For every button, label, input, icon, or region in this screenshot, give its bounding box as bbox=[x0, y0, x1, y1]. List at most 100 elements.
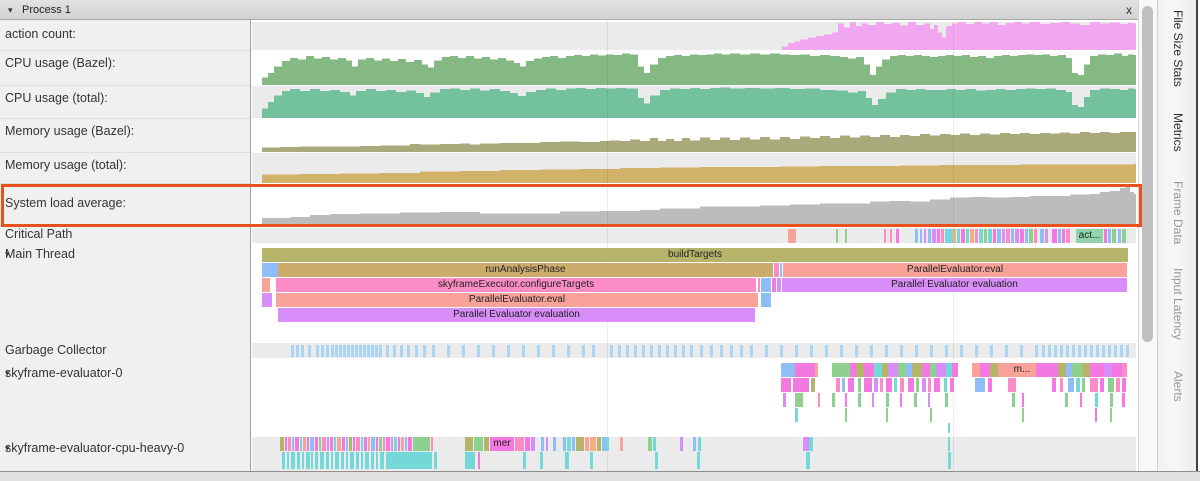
trace-slice[interactable] bbox=[970, 229, 974, 243]
trace-slice[interactable] bbox=[961, 229, 965, 243]
trace-slice[interactable] bbox=[795, 393, 803, 407]
trace-slice[interactable] bbox=[376, 452, 378, 469]
trace-slice[interactable] bbox=[979, 229, 983, 243]
trace-slice[interactable] bbox=[930, 345, 933, 357]
trace-slice[interactable] bbox=[948, 423, 950, 433]
trace-slice[interactable] bbox=[896, 229, 899, 243]
trace-slice[interactable] bbox=[262, 263, 278, 277]
trace-slice[interactable] bbox=[262, 278, 270, 292]
trace-slice[interactable] bbox=[941, 229, 944, 243]
trace-slice[interactable] bbox=[337, 437, 341, 451]
trace-slice[interactable] bbox=[648, 437, 652, 451]
tab-file-size-stats[interactable]: File Size Stats bbox=[1168, 10, 1188, 87]
trace-slice[interactable] bbox=[1090, 345, 1093, 357]
trace-slice[interactable] bbox=[1112, 363, 1122, 377]
trace-slice[interactable] bbox=[975, 345, 978, 357]
trace-slice[interactable] bbox=[567, 345, 570, 357]
trace-slice[interactable] bbox=[832, 393, 835, 407]
trace-slice[interactable] bbox=[306, 452, 310, 469]
trace-slice[interactable] bbox=[367, 345, 370, 357]
trace-slice[interactable] bbox=[546, 437, 548, 451]
trace-slice[interactable] bbox=[915, 345, 918, 357]
trace-slice[interactable] bbox=[928, 229, 931, 243]
trace-slice[interactable] bbox=[1066, 345, 1069, 357]
trace-slice[interactable] bbox=[432, 345, 435, 357]
trace-slice[interactable] bbox=[287, 452, 289, 469]
trace-slice[interactable] bbox=[477, 345, 480, 357]
trace-slice[interactable] bbox=[1082, 378, 1085, 392]
trace-slice[interactable] bbox=[1040, 229, 1044, 243]
trace-slice[interactable] bbox=[966, 229, 969, 243]
trace-slice[interactable] bbox=[1002, 229, 1005, 243]
trace-slice[interactable] bbox=[351, 345, 354, 357]
trace-slice[interactable] bbox=[1078, 345, 1081, 357]
trace-slice[interactable] bbox=[335, 345, 338, 357]
trace-slice[interactable] bbox=[758, 278, 760, 292]
trace-slice[interactable] bbox=[936, 363, 946, 377]
trace-slice-labeled[interactable]: ParallelEvaluator.eval bbox=[276, 293, 758, 307]
trace-slice[interactable] bbox=[944, 378, 947, 392]
trace-slice[interactable] bbox=[945, 345, 948, 357]
trace-slice[interactable] bbox=[405, 437, 407, 451]
trace-slice[interactable] bbox=[447, 345, 450, 357]
trace-slice[interactable] bbox=[1095, 408, 1097, 422]
trace-slice[interactable] bbox=[922, 378, 926, 392]
vertical-scrollbar[interactable] bbox=[1138, 0, 1157, 471]
trace-slice[interactable] bbox=[319, 437, 321, 451]
collapse-arrow-icon[interactable]: ▾ bbox=[8, 4, 13, 16]
trace-slice[interactable] bbox=[292, 437, 294, 451]
trace-slice[interactable] bbox=[326, 452, 329, 469]
trace-slice[interactable] bbox=[301, 345, 304, 357]
trace-slice[interactable] bbox=[988, 378, 992, 392]
trace-slice[interactable] bbox=[980, 363, 990, 377]
trace-slice[interactable] bbox=[1048, 345, 1051, 357]
trace-slice[interactable] bbox=[386, 437, 390, 451]
trace-slice[interactable] bbox=[349, 437, 352, 451]
trace-slice[interactable] bbox=[346, 452, 348, 469]
trace-slice[interactable] bbox=[361, 437, 363, 451]
trace-slice[interactable] bbox=[334, 437, 336, 451]
process-header[interactable]: ▾ Process 1 x bbox=[0, 0, 1138, 20]
trace-slice[interactable] bbox=[761, 293, 771, 307]
trace-slice[interactable] bbox=[1022, 408, 1024, 422]
trace-slice[interactable] bbox=[1108, 378, 1114, 392]
trace-slice[interactable] bbox=[361, 452, 363, 469]
trace-slice[interactable] bbox=[1090, 363, 1104, 377]
trace-slice[interactable] bbox=[1058, 229, 1061, 243]
trace-slice[interactable] bbox=[928, 393, 930, 407]
trace-slice[interactable] bbox=[1082, 363, 1090, 377]
trace-slice[interactable] bbox=[811, 378, 815, 392]
trace-slice[interactable] bbox=[626, 345, 629, 357]
trace-slice[interactable] bbox=[585, 437, 589, 451]
trace-slice[interactable] bbox=[331, 452, 333, 469]
trace-slice[interactable] bbox=[303, 437, 306, 451]
trace-slice[interactable] bbox=[371, 345, 374, 357]
trace-slice[interactable] bbox=[1110, 393, 1113, 407]
counter-track[interactable] bbox=[252, 119, 1136, 152]
trace-slice[interactable] bbox=[288, 437, 291, 451]
trace-slice[interactable] bbox=[674, 345, 677, 357]
trace-slice[interactable] bbox=[492, 345, 495, 357]
trace-slice[interactable] bbox=[400, 345, 403, 357]
trace-slice[interactable] bbox=[1066, 229, 1070, 243]
trace-slice[interactable] bbox=[1008, 378, 1016, 392]
trace-slice[interactable] bbox=[553, 437, 556, 451]
trace-slice[interactable] bbox=[1035, 345, 1038, 357]
trace-slice[interactable] bbox=[618, 345, 621, 357]
trace-slice[interactable] bbox=[998, 363, 1008, 377]
trace-slice[interactable] bbox=[590, 437, 596, 451]
trace-slice[interactable] bbox=[1114, 345, 1117, 357]
trace-slice[interactable] bbox=[341, 452, 344, 469]
trace-slice[interactable] bbox=[386, 345, 389, 357]
trace-slice[interactable] bbox=[845, 229, 847, 243]
trace-slice[interactable] bbox=[563, 437, 566, 451]
trace-slice[interactable] bbox=[975, 378, 985, 392]
trace-slice[interactable] bbox=[934, 378, 940, 392]
trace-slice[interactable] bbox=[346, 437, 348, 451]
trace-slice[interactable] bbox=[1034, 229, 1037, 243]
trace-slice[interactable] bbox=[353, 437, 355, 451]
trace-slice[interactable] bbox=[592, 345, 595, 357]
trace-slice[interactable] bbox=[434, 452, 437, 469]
trace-slice[interactable] bbox=[858, 393, 861, 407]
trace-slice[interactable] bbox=[343, 345, 346, 357]
